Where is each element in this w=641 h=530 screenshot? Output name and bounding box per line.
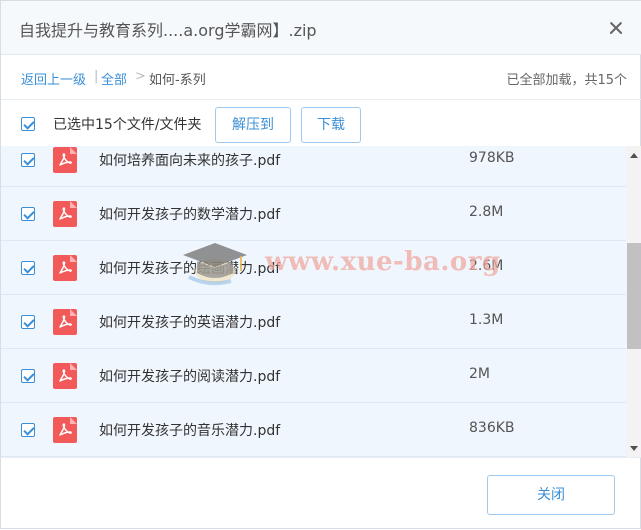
pdf-icon — [53, 201, 77, 227]
file-name: 如何培养面向未来的孩子.pdf — [99, 153, 281, 169]
archive-preview-dialog: 自我提升与教育系列....a.org学霸网】.zip 返回上一级 | 全部 > … — [0, 0, 641, 529]
breadcrumb: 返回上一级 | 全部 > 如何-系列 已全部加载，共15个 — [1, 55, 641, 100]
pdf-icon — [53, 309, 77, 335]
file-name: 如何开发孩子的英语潜力.pdf — [99, 315, 281, 331]
file-name: 如何开发孩子的音乐潜力.pdf — [99, 423, 281, 439]
file-size: 2.8M — [469, 204, 504, 220]
pdf-icon — [53, 363, 77, 389]
file-size: 2.6M — [469, 258, 504, 274]
breadcrumb-current: 如何-系列 — [149, 73, 206, 88]
file-checkbox[interactable] — [21, 207, 35, 221]
breadcrumb-separator: | — [94, 69, 99, 84]
select-all-checkbox[interactable] — [21, 117, 35, 131]
file-list: 如何培养面向未来的孩子.pdf 978KB 如何开发孩子的数学潜力.pdf 2.… — [1, 146, 641, 457]
file-size: 2M — [469, 366, 490, 382]
selection-toolbar: 已选中15个文件/文件夹 解压到 下载 — [1, 100, 641, 146]
list-item[interactable]: 如何培养面向未来的孩子.pdf 978KB — [1, 146, 626, 187]
close-button[interactable]: 关闭 — [487, 475, 615, 515]
dialog-footer: 关闭 — [1, 457, 641, 530]
load-status-text: 已全部加载，共15个 — [506, 73, 627, 88]
selection-count-label: 已选中15个文件/文件夹 — [53, 117, 202, 133]
extract-button[interactable]: 解压到 — [215, 107, 291, 143]
dialog-header: 自我提升与教育系列....a.org学霸网】.zip — [1, 1, 641, 55]
list-item[interactable]: 如何开发孩子的阅读潜力.pdf 2M — [1, 349, 626, 403]
dialog-title: 自我提升与教育系列....a.org学霸网】.zip — [19, 21, 317, 40]
file-checkbox[interactable] — [21, 369, 35, 383]
file-name: 如何开发孩子的数学潜力.pdf — [99, 207, 281, 223]
breadcrumb-back-link[interactable]: 返回上一级 — [21, 69, 86, 88]
scrollbar-thumb[interactable] — [627, 243, 641, 349]
pdf-icon — [53, 255, 77, 281]
list-item[interactable]: 如何开发孩子的英语潜力.pdf 1.3M — [1, 295, 626, 349]
file-checkbox[interactable] — [21, 261, 35, 275]
scroll-up-arrow-icon[interactable] — [630, 153, 638, 158]
file-name: 如何开发孩子的阅读潜力.pdf — [99, 369, 281, 385]
file-name: 如何开发孩子的绘画潜力.pdf — [99, 261, 281, 277]
breadcrumb-separator: > — [135, 69, 146, 84]
download-button[interactable]: 下载 — [301, 107, 361, 143]
file-size: 1.3M — [469, 312, 504, 328]
file-checkbox[interactable] — [21, 153, 35, 167]
scroll-down-arrow-icon[interactable] — [630, 446, 638, 451]
list-item[interactable]: 如何开发孩子的数学潜力.pdf 2.8M — [1, 187, 626, 241]
file-checkbox[interactable] — [21, 423, 35, 437]
pdf-icon — [53, 147, 77, 173]
file-checkbox[interactable] — [21, 315, 35, 329]
file-size: 978KB — [469, 150, 515, 166]
close-icon[interactable] — [603, 15, 629, 41]
list-item[interactable]: 如何开发孩子的绘画潜力.pdf 2.6M — [1, 241, 626, 295]
file-size: 836KB — [469, 420, 515, 436]
breadcrumb-all-link[interactable]: 全部 — [101, 69, 127, 88]
vertical-scrollbar[interactable] — [626, 146, 641, 457]
pdf-icon — [53, 417, 77, 443]
list-item[interactable]: 如何开发孩子的音乐潜力.pdf 836KB — [1, 403, 626, 457]
